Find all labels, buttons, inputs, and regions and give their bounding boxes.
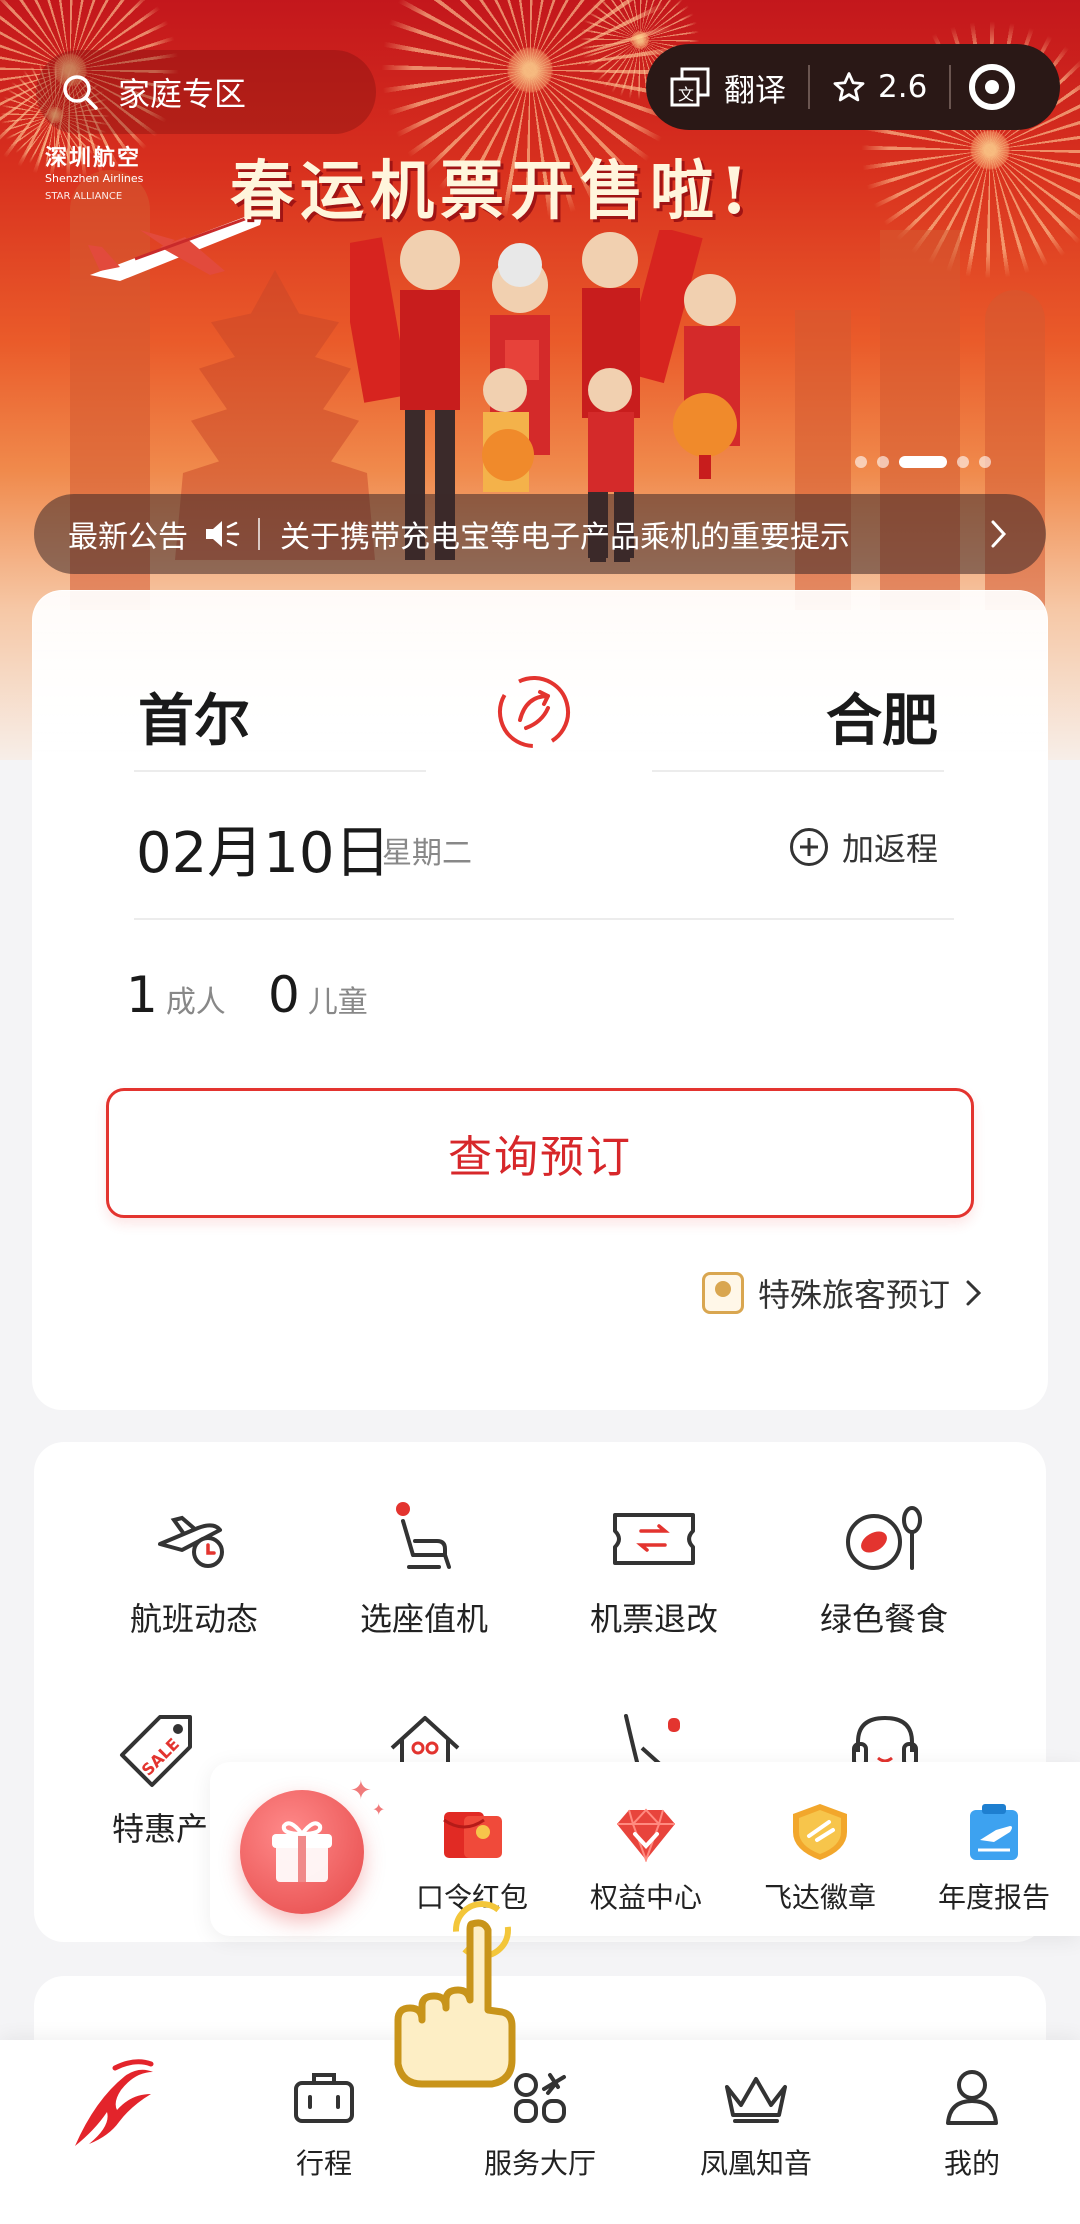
child-label: 儿童: [307, 985, 368, 1020]
sparkle-icon: ✦: [350, 1776, 372, 1806]
ticket-icon: [613, 1513, 695, 1565]
toolbar-divider: [949, 65, 952, 109]
rating-value: 2.6: [878, 69, 928, 105]
special-passenger-icon: [702, 1272, 744, 1314]
service-label: 机票退改: [589, 1600, 718, 1638]
adult-label: 成人: [165, 985, 226, 1020]
translate-icon: 文: [670, 67, 710, 107]
dining-icon: [846, 1506, 922, 1570]
seat-checkin-icon: [396, 1502, 451, 1569]
departure-date[interactable]: 02月10日: [136, 808, 391, 889]
password-red-envelope-entry[interactable]: 口令红包: [382, 1800, 562, 1916]
special-passenger-label: 特殊旅客预订: [758, 1276, 951, 1314]
chevron-right-icon: [966, 1280, 982, 1306]
tap-hint-hand-icon: [394, 1901, 516, 2088]
chevron-right-icon: [991, 520, 1007, 548]
star-outline-icon: [833, 72, 865, 102]
phoenix-logo-icon: [75, 2059, 154, 2146]
top-toolbar: 文 翻译 2.6: [646, 44, 1060, 130]
home-icon: [390, 1716, 460, 1766]
arrival-city[interactable]: 合肥: [826, 676, 938, 757]
search-placeholder: 家庭专区: [118, 75, 247, 113]
seat-icon: [624, 1714, 680, 1766]
nav-label: 我的: [943, 2147, 1000, 2180]
headset-icon: [852, 1715, 918, 1766]
service-label: 绿色餐食: [819, 1600, 948, 1638]
search-icon: [63, 75, 98, 110]
gift-button[interactable]: [240, 1790, 364, 1914]
swap-cities-icon[interactable]: [496, 674, 572, 750]
add-return-label: 加返程: [842, 830, 939, 868]
carousel-dot[interactable]: [979, 456, 991, 468]
announcement-divider: [258, 518, 260, 550]
crown-icon: [725, 2077, 787, 2123]
adult-count-selector[interactable]: 1 成人: [126, 966, 226, 1024]
airline-name-en: Shenzhen Airlines: [45, 172, 144, 185]
airline-name-cn: 深圳航空: [45, 146, 142, 171]
nav-label: 凤凰知音: [699, 2147, 812, 2180]
announcement-bar[interactable]: 最新公告 关于携带充电宝等电子产品乘机的重要提示: [34, 494, 1046, 574]
mini-program-close-icon[interactable]: [969, 64, 1016, 110]
svg-text:文: 文: [678, 85, 694, 104]
announcement-title: 最新公告: [68, 520, 188, 555]
departure-city[interactable]: 首尔: [138, 676, 250, 757]
sale-tag-icon: SALE: [120, 1715, 192, 1787]
quick-entry-label: 年度报告: [937, 1881, 1050, 1914]
special-passenger-link[interactable]: 特殊旅客预订: [702, 1270, 984, 1316]
rating-button[interactable]: 2.6: [810, 61, 949, 113]
carousel-dot[interactable]: [855, 456, 867, 468]
badge-icon: [793, 1804, 847, 1860]
report-icon: [970, 1804, 1018, 1860]
announcement-text: 关于携带充电宝等电子产品乘机的重要提示: [280, 520, 850, 555]
gift-box-icon: [272, 1821, 332, 1882]
divider: [652, 770, 944, 772]
nav-home[interactable]: [30, 2050, 190, 2160]
departure-weekday: 星期二: [382, 836, 472, 871]
service-label: 航班动态: [129, 1600, 258, 1638]
service-green-meal[interactable]: 绿色餐食: [774, 1498, 994, 1640]
person-icon: [946, 2070, 998, 2125]
carousel-dot[interactable]: [877, 456, 889, 468]
nav-label: 行程: [295, 2147, 352, 2180]
plane-clock-icon: [158, 1515, 224, 1568]
quick-entry-label: 飞达徽章: [763, 1881, 876, 1914]
nav-phoenix-miles[interactable]: 凤凰知音: [676, 2062, 836, 2182]
nav-label: 服务大厅: [483, 2147, 596, 2180]
quick-entry-label: 权益中心: [589, 1881, 702, 1914]
search-flights-button[interactable]: 查询预订: [106, 1088, 974, 1218]
add-return-button[interactable]: 加返程: [790, 824, 938, 870]
family-zone-search[interactable]: 家庭专区: [36, 50, 376, 134]
carousel-dots: [855, 456, 991, 468]
divider: [134, 770, 426, 772]
red-envelope-icon: [443, 1812, 502, 1858]
adult-count: 1: [126, 966, 158, 1024]
carousel-dot[interactable]: [957, 456, 969, 468]
speaker-icon: [206, 521, 240, 547]
annual-report-entry[interactable]: 年度报告: [904, 1800, 1080, 1916]
badge-entry[interactable]: 飞达徽章: [730, 1800, 910, 1916]
service-label: 选座值机: [359, 1600, 488, 1638]
banner-headline: 春运机票开售啦!: [230, 154, 755, 229]
svg-text:SALE: SALE: [138, 1734, 183, 1779]
child-count-selector[interactable]: 0 儿童: [268, 966, 368, 1024]
diamond-icon: [617, 1808, 675, 1862]
service-ticket-change[interactable]: 机票退改: [544, 1498, 764, 1640]
carousel-dot-active[interactable]: [899, 456, 947, 468]
service-seat-checkin[interactable]: 选座值机: [314, 1498, 534, 1640]
plus-circle-icon: [790, 828, 828, 866]
translate-button[interactable]: 文 翻译: [646, 61, 808, 113]
benefits-center-entry[interactable]: 权益中心: [556, 1800, 736, 1916]
child-count: 0: [268, 966, 300, 1024]
divider: [134, 918, 954, 920]
translate-label: 翻译: [724, 72, 786, 109]
nav-profile[interactable]: 我的: [892, 2062, 1052, 2182]
suitcase-icon: [294, 2073, 354, 2123]
service-flight-status[interactable]: 航班动态: [84, 1498, 304, 1640]
